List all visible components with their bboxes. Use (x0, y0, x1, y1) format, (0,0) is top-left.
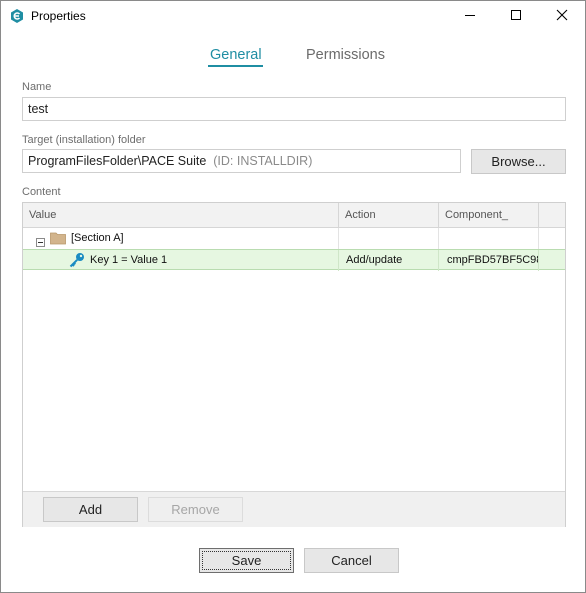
value-cell: [Section A] (23, 228, 339, 249)
tab-permissions[interactable]: Permissions (306, 47, 385, 63)
minimize-button[interactable] (447, 1, 493, 32)
column-header-component[interactable]: Component_ (439, 203, 539, 227)
title-bar[interactable]: Properties (1, 1, 585, 32)
folder-icon (50, 231, 66, 245)
section-label: [Section A] (71, 232, 124, 244)
column-header-value[interactable]: Value (23, 203, 339, 227)
close-icon (556, 9, 568, 24)
pace-logo-icon (9, 8, 25, 24)
window-title: Properties (31, 9, 86, 23)
action-cell (339, 228, 439, 249)
content-label: Content (22, 186, 61, 198)
table-row[interactable]: Key 1 = Value 1 Add/update cmpFBD57BF5C9… (23, 249, 565, 271)
browse-button[interactable]: Browse... (471, 149, 566, 174)
maximize-button[interactable] (493, 1, 539, 32)
name-value: test (28, 102, 49, 116)
name-label: Name (22, 81, 52, 93)
cancel-button[interactable]: Cancel (304, 548, 399, 573)
target-folder-field[interactable]: ProgramFilesFolder\PACE Suite (ID: INSTA… (22, 149, 461, 173)
grid-toolbar: Add Remove (23, 491, 565, 527)
target-folder-value: ProgramFilesFolder\PACE Suite (28, 154, 207, 168)
target-folder-label: Target (installation) folder (22, 134, 146, 146)
add-button[interactable]: Add (43, 497, 138, 522)
save-button[interactable]: Save (199, 548, 294, 573)
component-cell (439, 228, 539, 249)
grid-header: Value Action Component_ (23, 203, 565, 228)
key-label: Key 1 = Value 1 (90, 254, 168, 266)
content-grid: Value Action Component_ [Section A] Key … (22, 202, 566, 527)
target-folder-hint: (ID: INSTALLDIR) (213, 154, 313, 168)
active-tab-indicator (208, 65, 263, 67)
action-cell: Add/update (339, 250, 439, 271)
value-cell: Key 1 = Value 1 (23, 250, 339, 271)
remove-button[interactable]: Remove (148, 497, 243, 522)
column-header-filler (539, 203, 565, 227)
component-cell: cmpFBD57BF5C98 (439, 250, 539, 271)
column-header-action[interactable]: Action (339, 203, 439, 227)
close-button[interactable] (539, 1, 585, 32)
tab-general[interactable]: General (210, 47, 262, 63)
table-row[interactable]: [Section A] (23, 228, 565, 249)
maximize-icon (510, 9, 522, 24)
key-icon (69, 252, 85, 268)
minimize-icon (464, 9, 476, 24)
collapse-icon[interactable] (36, 234, 45, 247)
properties-window: Properties General Permissions Name test… (0, 0, 586, 593)
name-field[interactable]: test (22, 97, 566, 121)
